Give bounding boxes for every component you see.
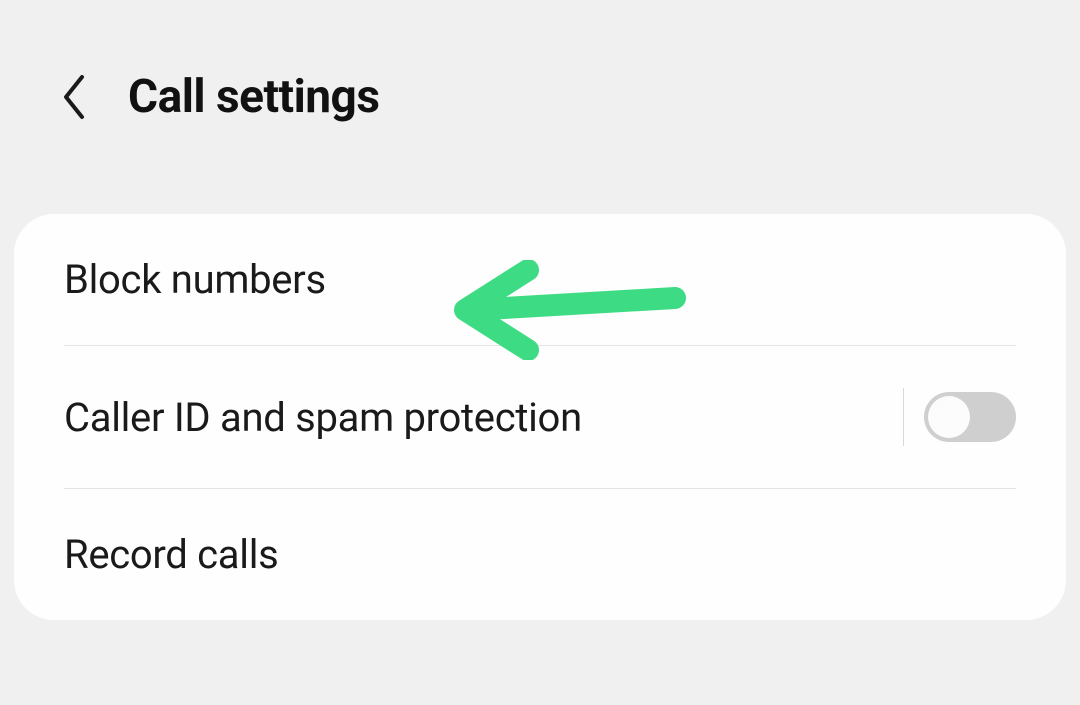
- settings-card: Block numbers Caller ID and spam protect…: [14, 214, 1066, 620]
- page-title: Call settings: [128, 70, 379, 124]
- toggle-caller-id-spam[interactable]: [924, 392, 1016, 442]
- setting-caller-id-spam[interactable]: Caller ID and spam protection: [14, 346, 1066, 488]
- chevron-left-icon: [60, 73, 88, 121]
- back-button[interactable]: [60, 73, 88, 121]
- toggle-wrap: [903, 388, 1016, 446]
- setting-block-numbers[interactable]: Block numbers: [14, 214, 1066, 345]
- setting-label: Record calls: [64, 531, 278, 578]
- toggle-separator: [903, 388, 904, 446]
- setting-label: Caller ID and spam protection: [64, 394, 582, 441]
- header: Call settings: [0, 0, 1080, 124]
- toggle-knob: [928, 396, 970, 438]
- setting-label: Block numbers: [64, 256, 326, 303]
- setting-record-calls[interactable]: Record calls: [14, 489, 1066, 620]
